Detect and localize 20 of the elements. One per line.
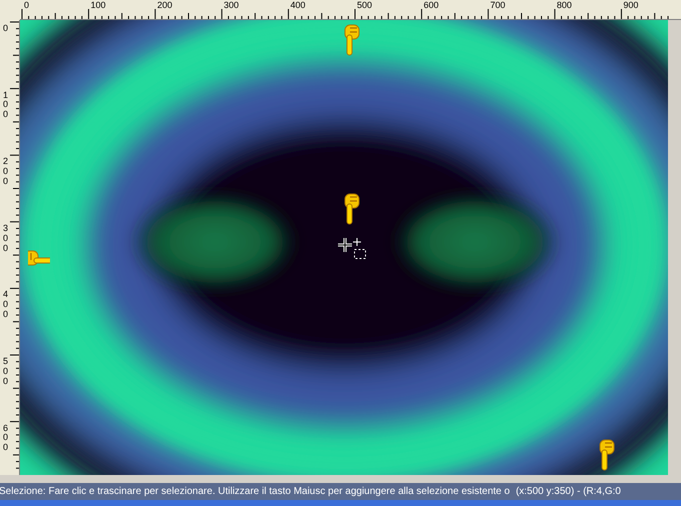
ruler-label: 500 — [357, 1, 372, 10]
ruler-label: 500 — [3, 357, 10, 387]
ruler-label: 200 — [3, 157, 10, 187]
ruler-label: 400 — [290, 1, 306, 10]
crosshair-cursor-icon — [338, 238, 352, 252]
cursor-coordinates: (x:500 y:350) - (R:4,G:0 — [516, 485, 621, 499]
ruler-label: 800 — [556, 1, 572, 10]
ruler-label: 400 — [3, 290, 10, 320]
ruler-label: 100 — [90, 1, 106, 10]
ruler-label: 900 — [623, 1, 638, 10]
ruler-label: 300 — [224, 1, 239, 10]
ruler-label: 600 — [424, 1, 439, 10]
ruler-label: 600 — [3, 424, 10, 454]
ruler-label: 200 — [157, 1, 172, 10]
ruler-label: 0 — [24, 1, 30, 10]
ruler-label: 700 — [490, 1, 506, 10]
ruler-label: 100 — [3, 90, 10, 120]
selection-cursor-icon — [352, 238, 368, 259]
ruler-label: 0 — [3, 24, 10, 34]
ruler-label: 300 — [3, 224, 10, 254]
